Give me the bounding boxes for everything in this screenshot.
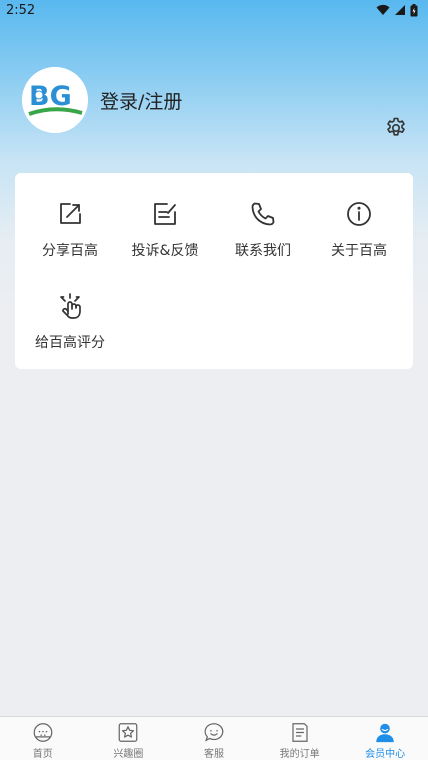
tab-home[interactable]: 首页: [0, 717, 86, 760]
info-icon: [347, 202, 371, 226]
status-bar: 2:52: [0, 0, 428, 20]
menu-item-label: 分享百高: [42, 243, 98, 259]
battery-icon: [410, 3, 418, 16]
tab-label: 兴趣圈: [113, 749, 144, 760]
tab-customer-service[interactable]: 客服: [171, 717, 257, 760]
wifi-icon: [376, 4, 390, 15]
chat-smile-icon: [204, 723, 224, 742]
menu-item-contact[interactable]: 联系我们: [213, 188, 313, 268]
rate-tap-icon: [60, 293, 81, 319]
menu-item-about[interactable]: 关于百高: [309, 188, 409, 268]
menu-item-label: 关于百高: [331, 243, 387, 259]
menu-item-label: 联系我们: [235, 243, 291, 259]
bg-logo: BG: [22, 67, 88, 133]
login-register-link[interactable]: 登录/注册: [100, 87, 182, 114]
cellular-signal-icon: [395, 5, 405, 15]
edit-note-icon: [154, 203, 176, 225]
order-list-icon: [291, 723, 308, 742]
settings-button[interactable]: [384, 116, 408, 140]
share-icon: [60, 203, 81, 224]
tab-my-orders[interactable]: 我的订单: [257, 717, 343, 760]
menu-item-share[interactable]: 分享百高: [20, 188, 120, 268]
menu-item-label: 给百高评分: [35, 335, 105, 351]
star-icon: [119, 723, 138, 742]
tab-member-center[interactable]: 会员中心: [342, 717, 428, 760]
profile-section[interactable]: BG 登录/注册: [22, 67, 182, 133]
menu-item-label: 投诉&反馈: [131, 243, 199, 259]
tab-label: 我的订单: [279, 749, 320, 760]
menu-item-feedback[interactable]: 投诉&反馈: [115, 188, 215, 268]
services-menu-card: 分享百高 投诉&反馈 联系我们 关于百高 给百高评分: [15, 173, 413, 369]
tab-interest-circle[interactable]: 兴趣圈: [86, 717, 172, 760]
gear-icon: [387, 117, 405, 136]
menu-item-rate[interactable]: 给百高评分: [20, 280, 120, 360]
user-icon: [376, 723, 394, 743]
phone-icon: [251, 202, 275, 226]
status-time: 2:52: [6, 2, 36, 18]
bottom-tab-bar: 首页 兴趣圈 客服 我的订单 会员中心: [0, 716, 428, 760]
golf-ball-icon: [33, 723, 53, 742]
tab-label: 会员中心: [365, 749, 406, 760]
tab-label: 首页: [32, 749, 53, 760]
app-logo-avatar[interactable]: BG: [22, 67, 88, 133]
tab-label: 客服: [203, 749, 224, 760]
